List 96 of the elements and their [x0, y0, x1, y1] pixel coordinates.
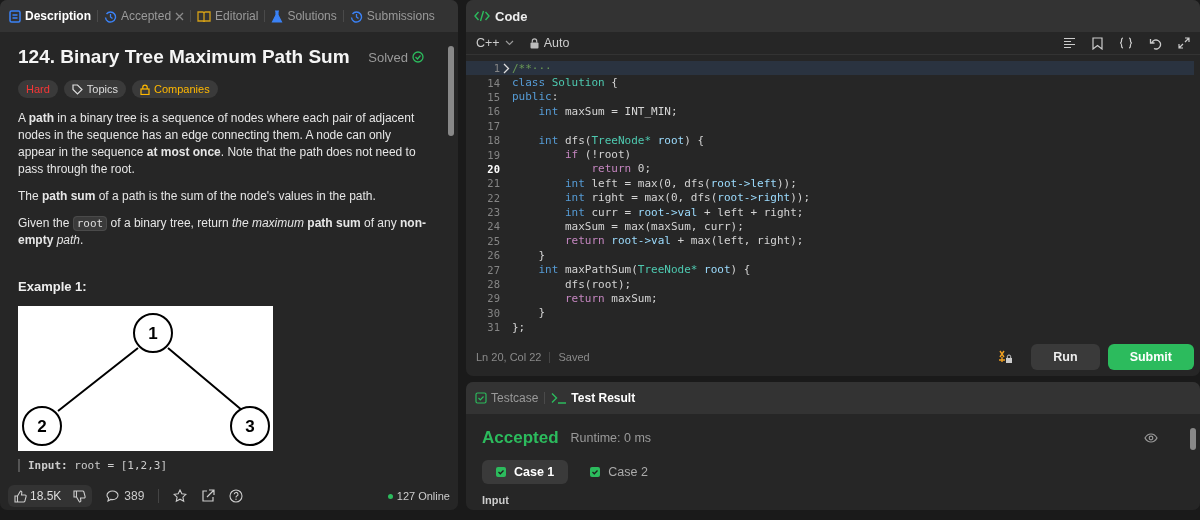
code-line: /**··· [512, 61, 552, 75]
line-number: 28 [486, 278, 500, 291]
online-dot [387, 493, 393, 499]
code-line: public: [512, 90, 559, 104]
cursor-position: Ln 20, Col 22 [476, 351, 542, 363]
example-heading: Example 1: [18, 279, 88, 294]
help-icon[interactable] [229, 489, 244, 503]
language-select[interactable]: C++ [476, 36, 514, 50]
flask-icon [271, 9, 284, 23]
solved-status: Solved [368, 49, 424, 65]
panel-tab[interactable]: Test Result [550, 388, 637, 408]
case-tab[interactable]: Case 2 [576, 460, 662, 484]
line-number: 17 [486, 119, 500, 132]
line-number: 16 [486, 105, 500, 118]
code-line: }; [512, 320, 526, 334]
description-paragraph: Given the root of a binary tree, return the maximum path sum of any non-empty path. [18, 215, 427, 249]
panel-tab[interactable]: Solutions [270, 6, 338, 26]
code-line: int curr = root->val + left + right; [563, 205, 804, 219]
code-line: return root->val + max(left, right); [563, 234, 804, 248]
problem-title: 124. Binary Tree Maximum Path Sum [18, 46, 350, 68]
history-icon [104, 9, 117, 23]
line-number: 21 [486, 177, 500, 190]
debugger-lock-icon[interactable] [997, 349, 1014, 365]
line-number: 15 [486, 90, 500, 103]
chevron-down-icon [504, 40, 514, 46]
line-number: 14 [486, 76, 500, 89]
thumbs-up-icon [14, 489, 27, 503]
line-number: 31 [486, 321, 500, 334]
line-number: 22 [486, 191, 500, 204]
code-line: } [537, 248, 546, 262]
panel-tab[interactable]: Editorial [196, 6, 260, 26]
lock-icon [529, 37, 539, 49]
line-number: 20 [486, 162, 500, 175]
thumbs-down-icon [73, 489, 87, 503]
code-line: int maxSum = INT_MIN; [537, 104, 678, 118]
line-number: 30 [486, 306, 500, 319]
run-button[interactable]: Run [1031, 344, 1100, 370]
case-tab[interactable]: Case 1 [482, 460, 569, 484]
runtime-text: Runtime: 0 ms [570, 431, 652, 445]
close-icon[interactable] [175, 11, 185, 21]
description-paragraph: The path sum of a path is the sum of the node's values in the path. [18, 188, 377, 205]
panel-tab[interactable]: Testcase [474, 388, 540, 408]
share-icon[interactable] [201, 489, 216, 503]
lock-icon [140, 83, 151, 95]
verdict-text: Accepted [482, 428, 559, 448]
tag-icon [71, 83, 83, 95]
format-icon[interactable] [1063, 37, 1076, 49]
line-number: 25 [486, 234, 500, 247]
code-line: class Solution { [512, 76, 618, 90]
speech-bubble-icon [106, 490, 120, 502]
document-icon [9, 9, 21, 23]
line-number: 29 [486, 292, 500, 305]
line-number: 24 [486, 220, 500, 233]
code-line: dfs(root); [563, 277, 632, 291]
code-line: int dfs(TreeNode* root) { [537, 133, 705, 147]
eye-icon[interactable] [1144, 433, 1158, 443]
check-circle-icon [412, 51, 424, 63]
binary-tree-drawing: 1 2 3 [18, 306, 273, 451]
code-line: int maxPathSum(TreeNode* root) { [537, 263, 751, 277]
code-line: int right = max(0, dfs(root->right)); [563, 191, 811, 205]
companies-tag[interactable]: Companies [132, 80, 218, 98]
code-line: maxSum = max(maxSum, curr); [563, 220, 744, 233]
comments-button[interactable]: 389 [106, 489, 145, 503]
auto-mode-button[interactable]: Auto [529, 36, 570, 50]
checkbox-icon [475, 392, 487, 404]
expand-icon[interactable] [1178, 37, 1190, 49]
panel-tab[interactable]: Accepted [103, 6, 186, 26]
code-line: } [537, 306, 546, 320]
braces-icon[interactable] [1119, 37, 1133, 49]
topics-tag[interactable]: Topics [63, 80, 127, 98]
panel-tab[interactable]: Submissions [348, 6, 436, 26]
line-number: 1 [492, 62, 500, 75]
line-number: 27 [486, 263, 500, 276]
online-count: 127 Online [396, 490, 450, 502]
history-icon [349, 9, 363, 23]
undo-icon[interactable] [1149, 36, 1162, 50]
code-line: return maxSum; [563, 291, 658, 305]
line-number: 18 [486, 134, 500, 147]
panel-tab[interactable]: Description [8, 6, 92, 26]
code-line: return 0; [590, 162, 652, 176]
chevron-right-icon[interactable] [502, 62, 510, 74]
panel-title: Code [495, 8, 528, 24]
book-icon [197, 10, 212, 22]
section-label: Input [482, 494, 510, 506]
difficulty-tag: Hard [18, 80, 58, 98]
star-icon[interactable] [173, 489, 188, 503]
line-number: 23 [486, 206, 500, 219]
line-number: 19 [486, 148, 500, 161]
code-line: if (!root) [563, 148, 632, 162]
code-line: int left = max(0, dfs(root->left)); [563, 176, 797, 190]
bookmark-icon[interactable] [1092, 36, 1103, 50]
line-number: 26 [486, 249, 500, 262]
save-status: Saved [558, 351, 590, 363]
terminal-icon [551, 392, 568, 404]
description-paragraph: A path in a binary tree is a sequence of nodes where each pair of adjacent nodes in the sequence has an edge connecting them. A node can only appear in the sequence at most once. Note that the path does not need to pass through the root. [18, 110, 417, 178]
code-icon [474, 10, 490, 22]
